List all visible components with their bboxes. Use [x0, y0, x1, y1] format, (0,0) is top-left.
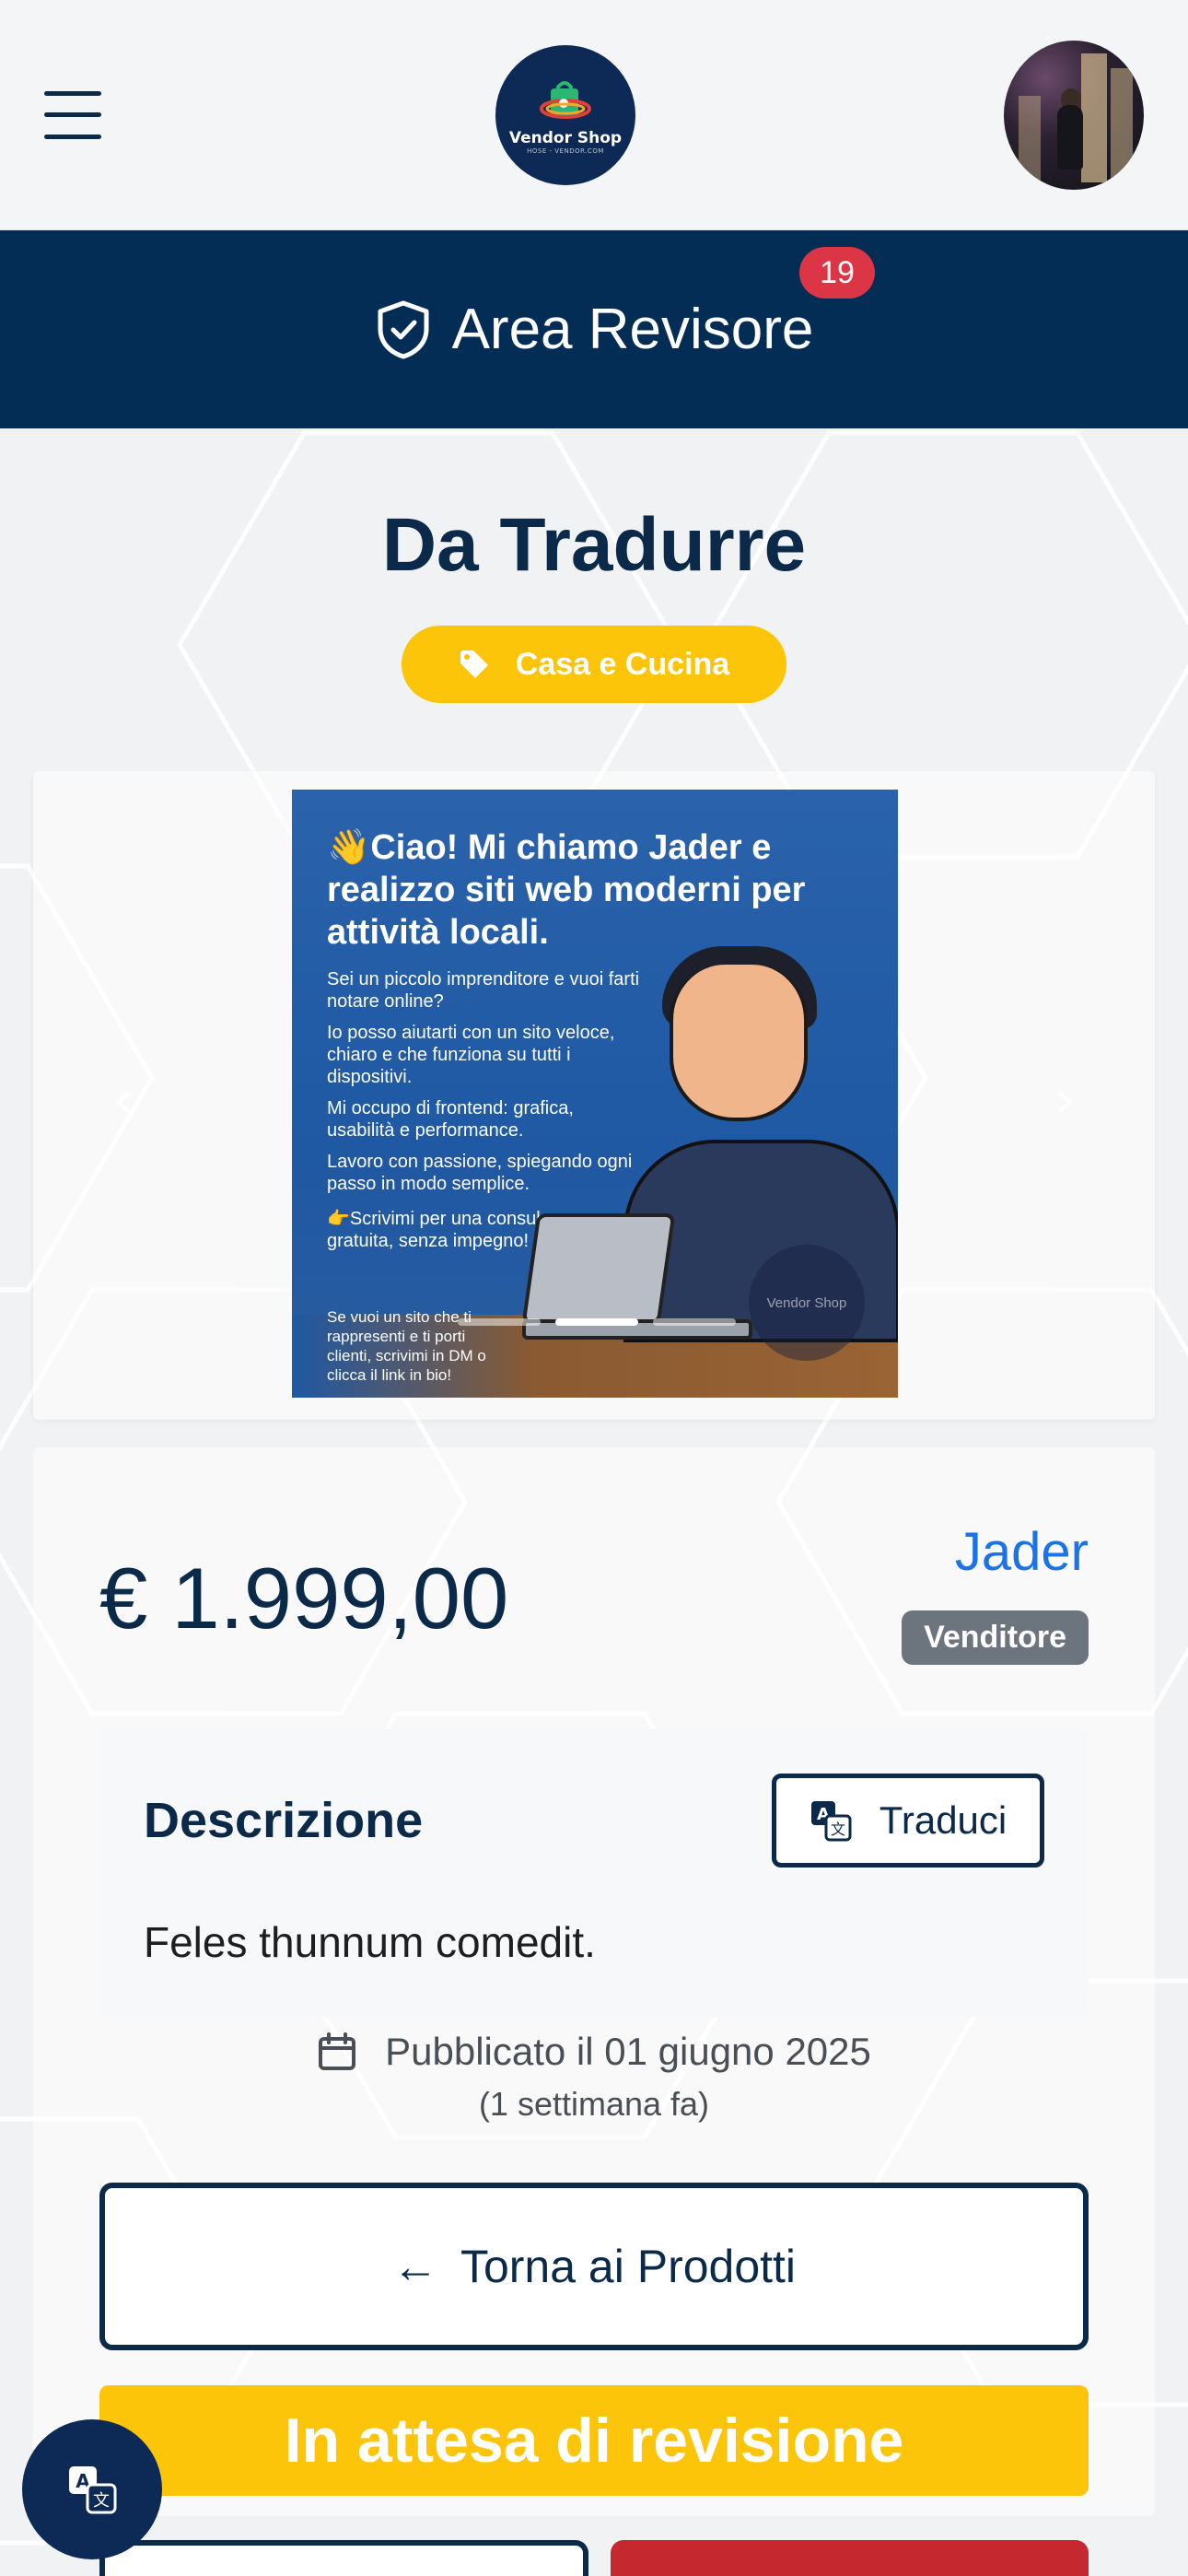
- translate-label: Traduci: [879, 1798, 1007, 1842]
- shopping-bag-icon: [540, 80, 591, 119]
- product-title: Da Tradurre: [381, 503, 807, 587]
- svg-text:文: 文: [93, 2491, 110, 2511]
- svg-text:文: 文: [831, 1821, 845, 1838]
- product-image-carousel[interactable]: 👋Ciao! Mi chiamo Jader e realizzo siti w…: [33, 771, 1155, 1420]
- description-box: Descrizione A 文 Traduci Feles thunnum co…: [99, 1729, 1089, 2017]
- approve-button[interactable]: [99, 2540, 588, 2576]
- published-relative: (1 settimana fa): [478, 2085, 710, 2123]
- image-text-4: Lavoro con passione, spiegando ogni pass…: [327, 1152, 633, 1194]
- shield-check-icon: [378, 300, 429, 358]
- description-text: Feles thunnum comedit.: [144, 1918, 596, 1966]
- seller-role-badge: Venditore: [902, 1610, 1089, 1665]
- banner-title: Area Revisore: [451, 298, 814, 361]
- review-status-banner: In attesa di revisione: [99, 2385, 1089, 2496]
- category-label: Casa e Cucina: [515, 646, 730, 682]
- back-to-products-button[interactable]: ← Torna ai Prodotti: [99, 2183, 1089, 2350]
- logo-brand-text: Vendor Shop: [508, 128, 623, 147]
- arrow-left-icon: ←: [391, 2241, 438, 2292]
- user-avatar[interactable]: [1004, 40, 1144, 190]
- vendor-shop-logo[interactable]: Vendor Shop HOSE - VENDOR.COM: [495, 44, 635, 185]
- reviewer-area-banner[interactable]: Area Revisore 19: [0, 230, 1188, 428]
- notification-count-badge: 19: [799, 247, 875, 299]
- image-text-3: Mi occupo di frontend: grafica, usabilit…: [327, 1098, 574, 1141]
- watermark-logo: Vendor Shop: [749, 1245, 865, 1361]
- back-label: Torna ai Prodotti: [460, 2241, 797, 2292]
- hamburger-icon[interactable]: [44, 90, 101, 139]
- translate-icon: A 文: [69, 2466, 117, 2514]
- top-navbar: Vendor Shop HOSE - VENDOR.COM: [0, 0, 1188, 230]
- image-text-1: Sei un piccolo imprenditore e vuoi farti…: [327, 969, 640, 1012]
- description-title: Descrizione: [144, 1793, 424, 1848]
- product-price: € 1.999,00: [99, 1550, 509, 1646]
- tag-icon: [460, 650, 488, 678]
- language-switch-button[interactable]: A 文: [22, 2419, 162, 2559]
- calendar-icon: [319, 2032, 356, 2070]
- reject-button[interactable]: [611, 2540, 1089, 2576]
- carousel-next-icon[interactable]: ›: [1054, 1068, 1076, 1132]
- seller-name-link[interactable]: Jader: [902, 1521, 1089, 1583]
- logo-subtext: HOSE - VENDOR.COM: [527, 146, 604, 155]
- product-details-card: € 1.999,00 Jader Venditore Descrizione A…: [33, 1447, 1155, 2576]
- category-badge[interactable]: Casa e Cucina: [402, 626, 786, 703]
- published-date: Pubblicato il 01 giugno 2025: [385, 2030, 871, 2073]
- image-heading: 👋Ciao! Mi chiamo Jader e realizzo siti w…: [327, 828, 806, 952]
- laptop-illustration: [521, 1213, 676, 1324]
- image-text-2: Io posso aiutarti con un sito veloce, ch…: [327, 1023, 615, 1087]
- translate-button[interactable]: A 文 Traduci: [772, 1774, 1044, 1868]
- carousel-prev-icon[interactable]: ‹: [112, 1068, 134, 1132]
- image-text-6: Se vuoi un sito che ti rappresenti e ti …: [327, 1308, 486, 1384]
- published-info: Pubblicato il 01 giugno 2025 (1 settiman…: [99, 2030, 1089, 2124]
- translate-icon: A 文: [810, 1801, 852, 1842]
- product-image: 👋Ciao! Mi chiamo Jader e realizzo siti w…: [292, 790, 898, 1398]
